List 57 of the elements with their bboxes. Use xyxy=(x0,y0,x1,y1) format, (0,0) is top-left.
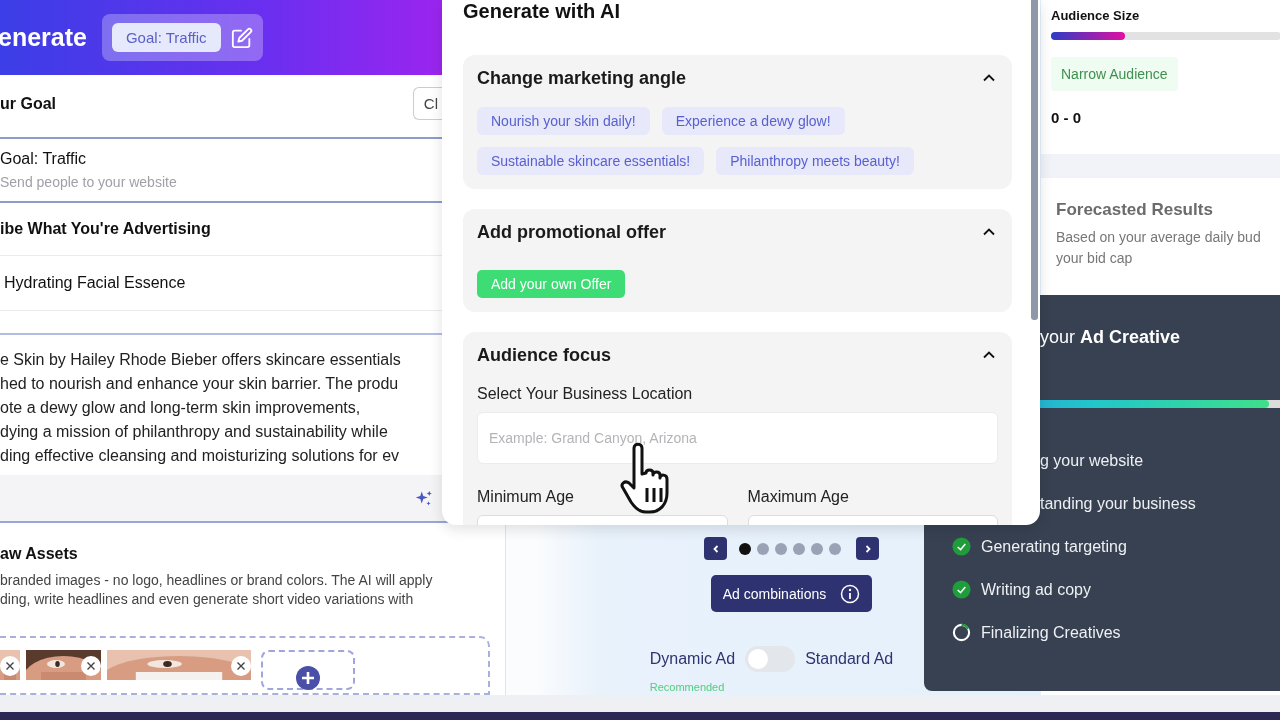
ad-combinations-button[interactable]: Ad combinations xyxy=(710,575,873,612)
toggle-label: Dynamic Ad xyxy=(649,650,736,668)
audience-range: 0 - 0 xyxy=(1051,109,1081,126)
goal-chip[interactable]: Goal: Traffic xyxy=(111,23,221,52)
section-title: Audience focus xyxy=(477,344,612,366)
audience-badge: Narrow Audience xyxy=(1051,57,1178,91)
forecast-description: Based on your average daily bud your bid cap xyxy=(1056,228,1261,268)
forecast-title: Forecasted Results xyxy=(1056,200,1213,220)
field-label: Maximum Age xyxy=(747,488,850,506)
angle-chip[interactable]: Experience a dewy glow! xyxy=(661,107,845,135)
page-dot[interactable] xyxy=(739,542,751,555)
section-title: aw Assets xyxy=(0,544,78,563)
remove-button[interactable] xyxy=(231,655,251,676)
location-field[interactable]: Example: Grand Canyon, Arizona xyxy=(477,412,998,464)
step-label: g your website xyxy=(1040,451,1144,470)
panel-title: Generate with AI xyxy=(463,0,622,22)
field-label: Select Your Business Location xyxy=(477,385,694,403)
add-asset-button[interactable] xyxy=(261,649,355,690)
section-title: Change marketing angle xyxy=(477,67,687,89)
page-dot[interactable] xyxy=(811,542,823,555)
step-label: Generating targeting xyxy=(981,537,1127,556)
page-dot[interactable] xyxy=(757,542,769,555)
info-icon xyxy=(840,583,861,604)
page-dot[interactable] xyxy=(775,542,787,555)
description-line: dying a mission of philanthropy and sustainability while xyxy=(0,422,389,443)
previous-button[interactable] xyxy=(704,537,727,560)
assets-description: branded images - no logo, headlines or brand colors. The AI will apply ding, write headlines and even generate short video variations with xyxy=(0,570,434,609)
progress-title: your Ad Creative xyxy=(1039,326,1182,348)
step-label: Writing ad copy xyxy=(981,580,1091,599)
description-line: ding effective cleansing and moisturizing solutions for ev xyxy=(0,446,401,467)
toggle-label: Standard Ad xyxy=(805,650,894,668)
description-line: ote a dewy glow and long-term skin improvements, xyxy=(0,398,362,419)
field-label: Minimum Age xyxy=(477,488,575,506)
goal-card[interactable]: Goal: Traffic Send people to your website xyxy=(0,137,442,203)
section-title: Add promotional offer xyxy=(477,221,666,243)
plus-icon xyxy=(296,665,320,690)
angle-chip[interactable]: Nourish your skin daily! xyxy=(477,107,650,135)
audience-size-title: Audience Size xyxy=(1051,8,1140,23)
step-label: Finalizing Creatives xyxy=(981,623,1121,642)
ad-type-switch[interactable] xyxy=(745,646,796,672)
section-title: ibe What You're Advertising xyxy=(0,219,211,238)
angle-chip[interactable]: Sustainable skincare essentials! xyxy=(477,147,705,175)
next-button[interactable] xyxy=(856,537,879,560)
product-name: Hydrating Facial Essence xyxy=(4,274,186,293)
page-dot[interactable] xyxy=(793,542,805,555)
step-label: tanding your business xyxy=(1040,494,1196,513)
remove-button[interactable] xyxy=(0,655,20,676)
goal-title: Goal: Traffic xyxy=(0,149,87,168)
page-dot[interactable] xyxy=(829,542,841,555)
change-button[interactable]: Cl xyxy=(412,87,442,121)
remove-button[interactable] xyxy=(81,655,101,676)
edit-icon[interactable] xyxy=(230,26,253,49)
section-title: ur Goal xyxy=(0,94,56,113)
recommended-note: Recommended xyxy=(649,681,725,693)
scrollbar[interactable] xyxy=(1031,0,1038,320)
goal-subtitle: Send people to your website xyxy=(0,173,178,190)
angle-chip[interactable]: Philanthropy meets beauty! xyxy=(716,147,914,175)
